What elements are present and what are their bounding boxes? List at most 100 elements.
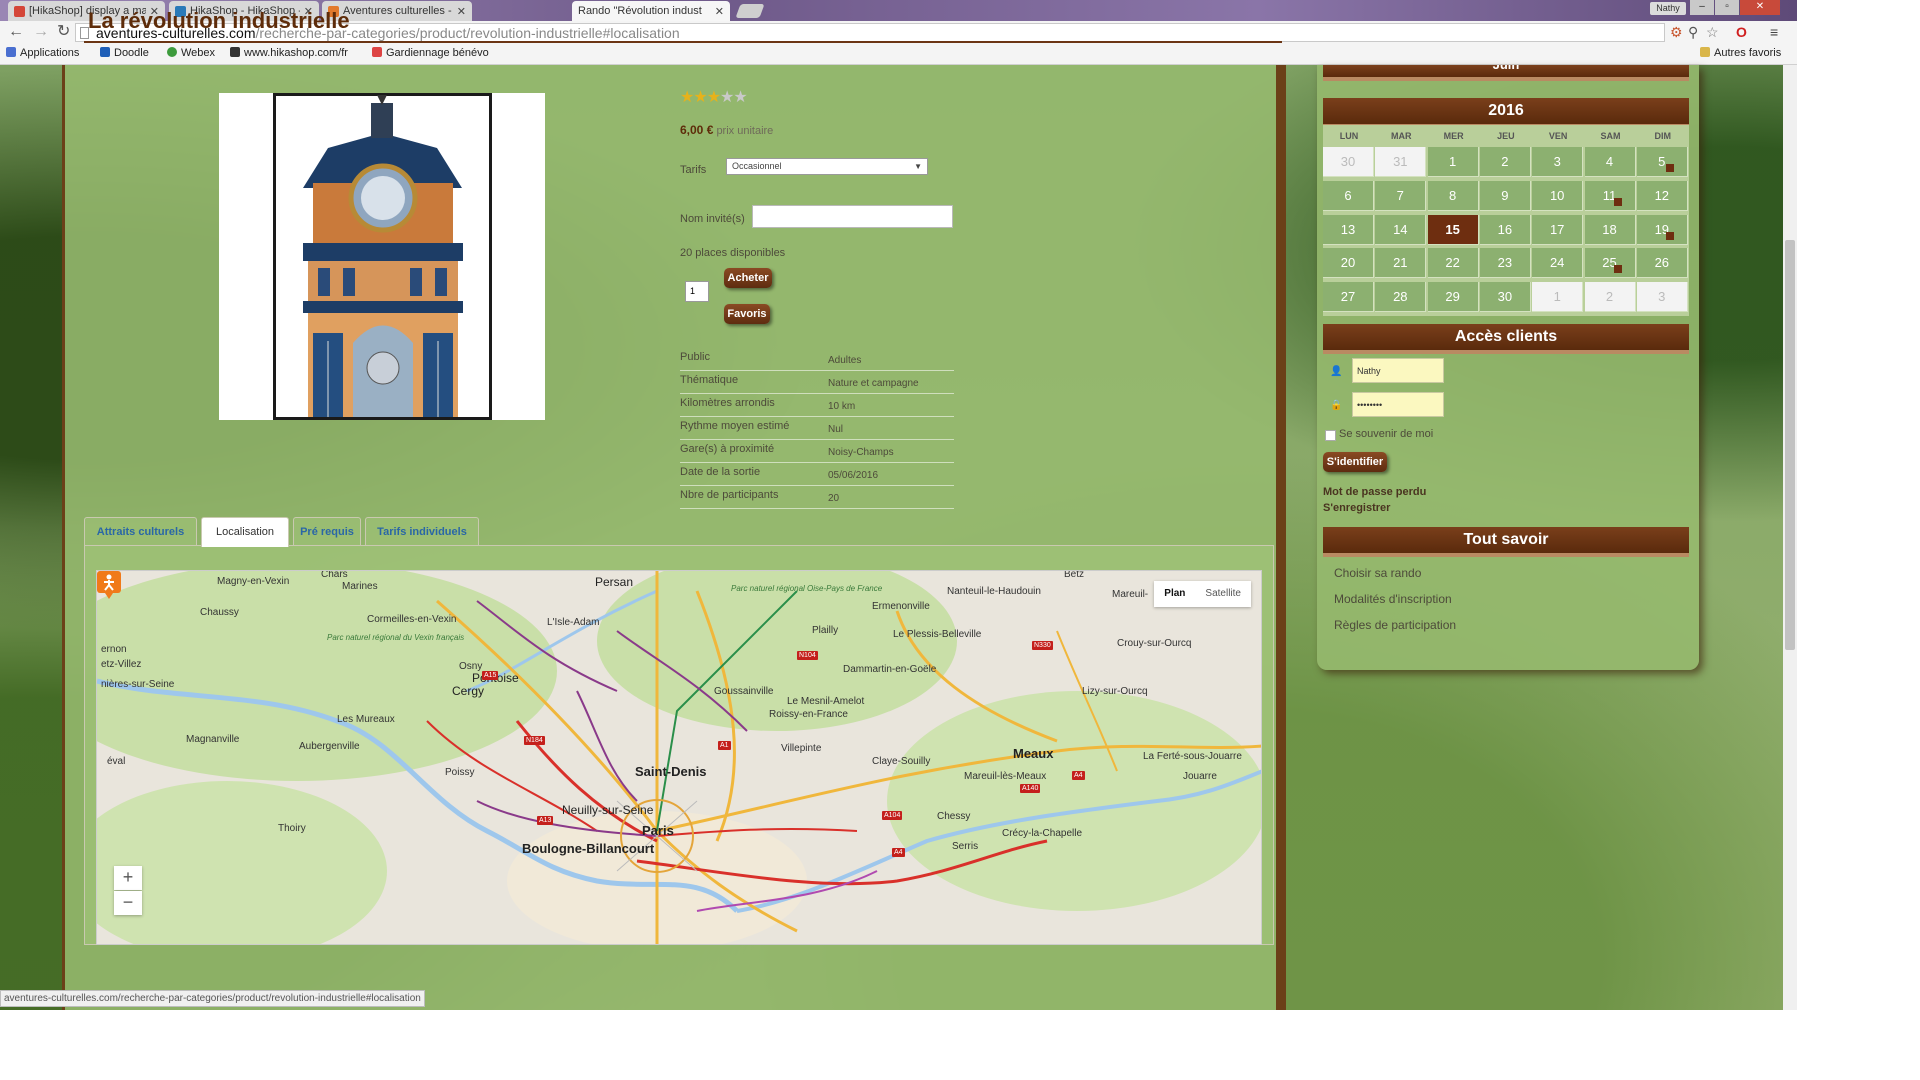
profile-badge[interactable]: Nathy — [1650, 2, 1686, 15]
road-shield: N330 — [1032, 641, 1053, 650]
zoom-in-button[interactable]: + — [114, 866, 142, 890]
calendar-day[interactable]: 16 — [1479, 214, 1531, 245]
bookmark-hikashop[interactable]: www.hikashop.com/fr — [230, 47, 348, 59]
remember-checkbox[interactable] — [1325, 430, 1336, 441]
calendar-weekday: LUN — [1339, 131, 1359, 141]
map-satellite-button[interactable]: Satellite — [1195, 581, 1251, 607]
calendar-day[interactable]: 23 — [1479, 248, 1531, 279]
new-tab-button[interactable] — [735, 4, 765, 18]
maximize-button[interactable]: ▫ — [1715, 0, 1739, 15]
password-field[interactable]: •••••••• — [1352, 392, 1444, 417]
close-tab-icon[interactable]: ✕ — [715, 5, 724, 18]
close-tab-icon[interactable]: ✕ — [457, 5, 466, 18]
calendar-day[interactable]: 22 — [1427, 248, 1479, 279]
star-icon[interactable]: ★ — [707, 89, 721, 106]
calendar-day[interactable]: 3 — [1636, 282, 1688, 313]
star-icon[interactable]: ★ — [693, 89, 707, 106]
calendar-day[interactable]: 17 — [1532, 214, 1584, 245]
product-title: La révolution industrielle — [88, 8, 350, 33]
calendar-day[interactable]: 1 — [1427, 147, 1479, 177]
login-button[interactable]: S'identifier — [1323, 452, 1387, 472]
calendar-day[interactable]: 30 — [1479, 282, 1531, 313]
calendar-day[interactable]: 25 — [1584, 248, 1636, 279]
bookmark-gardiennage[interactable]: Gardiennage bénévo — [372, 47, 489, 59]
forward-arrow-icon[interactable]: → — [33, 24, 49, 40]
calendar-day[interactable]: 8 — [1427, 180, 1479, 211]
calendar-day[interactable]: 31 — [1375, 147, 1427, 177]
star-icon[interactable]: ★ — [733, 89, 747, 106]
calendar-day[interactable]: 13 — [1323, 214, 1374, 245]
forgot-password-link[interactable]: Mot de passe perdu — [1323, 486, 1426, 498]
map-label: éval — [107, 756, 126, 767]
register-link[interactable]: S'enregistrer — [1323, 502, 1390, 514]
username-field[interactable]: Nathy — [1352, 358, 1444, 383]
calendar-today[interactable]: 15 — [1427, 214, 1479, 245]
google-map[interactable]: Magny-en-Vexin Marines Chars Persan Chau… — [96, 570, 1262, 945]
calendar-day[interactable]: 2 — [1584, 282, 1636, 313]
calendar-day[interactable]: 14 — [1375, 214, 1427, 245]
window-close-button[interactable]: ✕ — [1740, 0, 1780, 15]
star-rating[interactable]: ★★★★★ — [680, 87, 748, 107]
calendar-day[interactable]: 11 — [1584, 180, 1636, 211]
star-icon[interactable]: ★ — [720, 89, 734, 106]
sidebar-link[interactable]: Modalités d'inscription — [1334, 592, 1452, 606]
tab-prerequis[interactable]: Pré requis — [293, 517, 361, 545]
sidebar-link[interactable]: Règles de participation — [1334, 618, 1456, 632]
map-label: Meaux — [1013, 746, 1054, 761]
bookmark-applications[interactable]: Applications — [6, 47, 79, 59]
zoom-out-button[interactable]: − — [114, 891, 142, 915]
calendar-day[interactable]: 28 — [1375, 282, 1427, 313]
map-label: La Ferté-sous-Jouarre — [1143, 751, 1242, 762]
calendar-day[interactable]: 21 — [1375, 248, 1427, 279]
calendar-day[interactable]: 9 — [1479, 180, 1531, 211]
favorites-button[interactable]: Favoris — [724, 304, 770, 324]
calendar-day[interactable]: 12 — [1636, 180, 1688, 211]
guest-name-input[interactable] — [752, 205, 953, 228]
quantity-input[interactable]: 1 — [685, 281, 709, 302]
tab-localisation[interactable]: Localisation — [201, 517, 289, 547]
calendar-day[interactable]: 1 — [1532, 282, 1584, 313]
map-marker-icon[interactable] — [97, 571, 121, 599]
calendar-day[interactable]: 2 — [1479, 147, 1531, 177]
page-scrollbar[interactable] — [1783, 65, 1797, 1010]
sidebar-link[interactable]: Choisir sa rando — [1334, 566, 1421, 580]
tab-attraits[interactable]: Attraits culturels — [84, 517, 197, 545]
menu-icon[interactable]: ≡ — [1770, 24, 1778, 40]
calendar-day[interactable]: 4 — [1584, 147, 1636, 177]
calendar-day[interactable]: 5 — [1636, 147, 1688, 177]
calendar-day[interactable]: 29 — [1427, 282, 1479, 313]
tab-tarifs[interactable]: Tarifs individuels — [365, 517, 479, 545]
calendar-day[interactable]: 30 — [1323, 147, 1374, 177]
map-plan-button[interactable]: Plan — [1154, 581, 1195, 607]
calendar-day[interactable]: 7 — [1375, 180, 1427, 211]
reload-icon[interactable]: ↻ — [57, 24, 70, 40]
bookmark-star-icon[interactable]: ☆ — [1706, 24, 1719, 40]
minimize-button[interactable]: – — [1690, 0, 1714, 15]
star-icon[interactable]: ★ — [680, 89, 694, 106]
calendar-day[interactable]: 3 — [1532, 147, 1584, 177]
product-image[interactable] — [219, 93, 545, 420]
calendar-day[interactable]: 6 — [1323, 180, 1374, 211]
bookmark-doodle[interactable]: Doodle — [100, 47, 149, 59]
map-label: Roissy-en-France — [769, 709, 848, 720]
bookmark-other[interactable]: Autres favoris — [1700, 47, 1781, 59]
calendar-day[interactable]: 19 — [1636, 214, 1688, 245]
location-icon[interactable]: ⚲ — [1688, 24, 1698, 40]
extension-icon[interactable]: ⚙ — [1670, 24, 1683, 40]
scrollbar-thumb[interactable] — [1785, 240, 1795, 650]
calendar-day[interactable]: 10 — [1532, 180, 1584, 211]
calendar-day[interactable]: 24 — [1532, 248, 1584, 279]
calendar-day[interactable]: 27 — [1323, 282, 1374, 313]
bookmark-webex[interactable]: Webex — [167, 47, 215, 59]
back-arrow-icon[interactable]: ← — [8, 24, 24, 40]
buy-button[interactable]: Acheter — [724, 268, 772, 288]
map-type-toggle[interactable]: Plan Satellite — [1154, 581, 1251, 607]
tarif-select[interactable]: Occasionnel ▼ — [726, 158, 928, 175]
browser-tab-active[interactable]: Rando "Révolution indust ✕ — [572, 1, 730, 21]
map-label: Crouy-sur-Ourcq — [1117, 638, 1192, 649]
map-label: Persan — [595, 575, 634, 589]
calendar-day[interactable]: 26 — [1636, 248, 1688, 279]
calendar-day[interactable]: 20 — [1323, 248, 1374, 279]
calendar-day[interactable]: 18 — [1584, 214, 1636, 245]
opera-icon[interactable]: O — [1736, 24, 1747, 40]
